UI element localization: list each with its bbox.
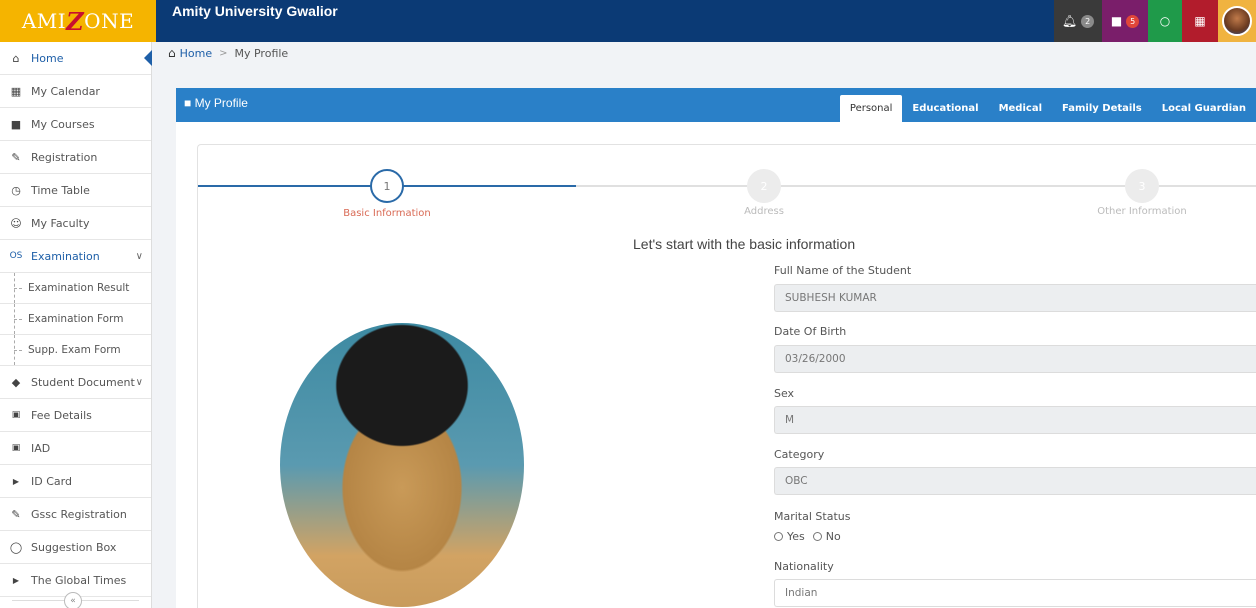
messages-button[interactable]: ■ 5 [1102, 0, 1148, 42]
radio-icon [812, 532, 822, 541]
amizone-logo[interactable]: AMI Z ONE [0, 0, 156, 42]
edit-icon: ✎ [11, 150, 21, 164]
student-photo [280, 323, 524, 607]
nationality-field[interactable]: Indian [774, 579, 1256, 607]
money-icon: ▣ [11, 443, 21, 453]
edit-icon: ✎ [11, 507, 21, 521]
sidebar-item-id-card[interactable]: ▶ ID Card [0, 465, 151, 498]
step-1-label: Basic Information [343, 208, 431, 219]
profile-panel-header: ■ My Profile Personal Educational Medica… [176, 88, 1256, 122]
step-1-indicator[interactable]: 1 [370, 169, 404, 203]
sidebar-item-my-courses[interactable]: ■ My Courses [0, 108, 151, 141]
breadcrumb: ⌂ Home > My Profile [168, 46, 288, 60]
section-heading: Let's start with the basic information [633, 236, 856, 252]
top-icons: 🔔︎ 2 ■ 5 ○ ▦ [1054, 0, 1256, 42]
users-icon: ☺ [10, 216, 22, 230]
sidebar-item-iad[interactable]: ▣ IAD [0, 432, 151, 465]
sidebar-item-examination[interactable]: OS Examination ∨ [0, 240, 151, 273]
sex-field[interactable]: M [774, 406, 1256, 434]
panel-title: ■ My Profile [184, 96, 248, 110]
comment-icon: ◯ [9, 540, 23, 554]
home-icon: ⌂ [12, 51, 20, 65]
calendar-icon: ▦ [10, 84, 22, 98]
step-3-indicator[interactable]: 3 [1125, 169, 1159, 203]
notification-badge: 2 [1081, 14, 1095, 28]
bell-icon: 🔔︎ [1061, 14, 1078, 28]
category-field[interactable]: OBC [774, 467, 1256, 495]
full-name-label: Full Name of the Student [774, 264, 912, 277]
sidebar-item-examination-form[interactable]: Examination Form [0, 304, 151, 335]
tab-educational[interactable]: Educational [902, 95, 988, 122]
marital-status-label: Marital Status [774, 510, 851, 523]
gear-icon: ○ [1159, 14, 1171, 28]
step-3-label: Other Information [1097, 206, 1187, 217]
tab-medical[interactable]: Medical [989, 95, 1052, 122]
settings-button[interactable]: ○ [1148, 0, 1182, 42]
step-2-label: Address [744, 206, 784, 217]
breadcrumb-separator: > [219, 47, 228, 59]
sidebar-item-gssc-registration[interactable]: ✎ Gssc Registration [0, 498, 151, 531]
marital-status-group: Yes No [774, 530, 841, 543]
home-icon: ⌂ [168, 46, 176, 60]
calendar-icon: ▦ [1194, 14, 1206, 28]
user-icon: ■ [184, 96, 192, 110]
notifications-button[interactable]: 🔔︎ 2 [1054, 0, 1102, 42]
radio-icon [774, 532, 783, 541]
sidebar-item-home[interactable]: ⌂ Home [0, 42, 152, 75]
category-label: Category [774, 448, 825, 461]
full-name-field[interactable]: SUBHESH KUMAR [774, 284, 1256, 312]
caret-right-icon: ▶ [12, 575, 20, 585]
collapse-sidebar-button[interactable]: « [64, 592, 82, 608]
dob-label: Date Of Birth [774, 325, 847, 338]
breadcrumb-current: My Profile [234, 46, 289, 60]
sidebar: ⌂ Home ▦ My Calendar ■ My Courses ✎ Regi… [0, 42, 152, 608]
dob-field[interactable]: 03/26/2000 [774, 345, 1256, 373]
marital-yes-radio[interactable]: Yes [774, 530, 805, 543]
sidebar-item-student-document[interactable]: ◆ Student Document ∨ [0, 366, 151, 399]
sidebar-item-examination-result[interactable]: Examination Result [0, 273, 151, 304]
user-menu-button[interactable] [1218, 0, 1256, 42]
breadcrumb-home-link[interactable]: Home [180, 47, 212, 60]
book-icon: ■ [10, 117, 22, 131]
app-title: Amity University Gwalior [172, 3, 338, 19]
sidebar-item-time-table[interactable]: ◷ Time Table [0, 174, 151, 207]
sex-label: Sex [774, 387, 795, 400]
tab-personal[interactable]: Personal [839, 95, 903, 122]
money-icon: ▣ [11, 410, 21, 420]
step-2-indicator[interactable]: 2 [747, 169, 781, 203]
tag-icon: ◆ [11, 375, 21, 389]
book-icon: ■ [1110, 14, 1123, 28]
tab-family-details[interactable]: Family Details [1052, 95, 1152, 122]
sidebar-item-supp-exam-form[interactable]: Supp. Exam Form [0, 335, 151, 366]
marital-no-radio[interactable]: No [812, 530, 841, 543]
profile-tabs: Personal Educational Medical Family Deta… [839, 95, 1256, 122]
caret-right-icon: ▶ [12, 476, 20, 486]
avatar [1222, 6, 1252, 36]
chevron-down-icon: ∨ [135, 376, 143, 388]
calendar-button[interactable]: ▦ [1182, 0, 1218, 42]
sidebar-item-my-calendar[interactable]: ▦ My Calendar [0, 75, 151, 108]
tab-local-guardian[interactable]: Local Guardian [1152, 95, 1256, 122]
exam-icon: OS [9, 251, 23, 261]
clock-icon: ◷ [11, 183, 21, 197]
top-bar: AMI Z ONE Amity University Gwalior 🔔︎ 2 ■ … [0, 0, 1256, 42]
sidebar-item-suggestion-box[interactable]: ◯ Suggestion Box [0, 531, 151, 564]
chevron-down-icon: ∨ [135, 250, 143, 262]
sidebar-item-registration[interactable]: ✎ Registration [0, 141, 151, 174]
book-badge: 5 [1126, 14, 1140, 28]
nationality-label: Nationality [774, 560, 834, 573]
sidebar-item-my-faculty[interactable]: ☺ My Faculty [0, 207, 151, 240]
sidebar-item-fee-details[interactable]: ▣ Fee Details [0, 399, 151, 432]
